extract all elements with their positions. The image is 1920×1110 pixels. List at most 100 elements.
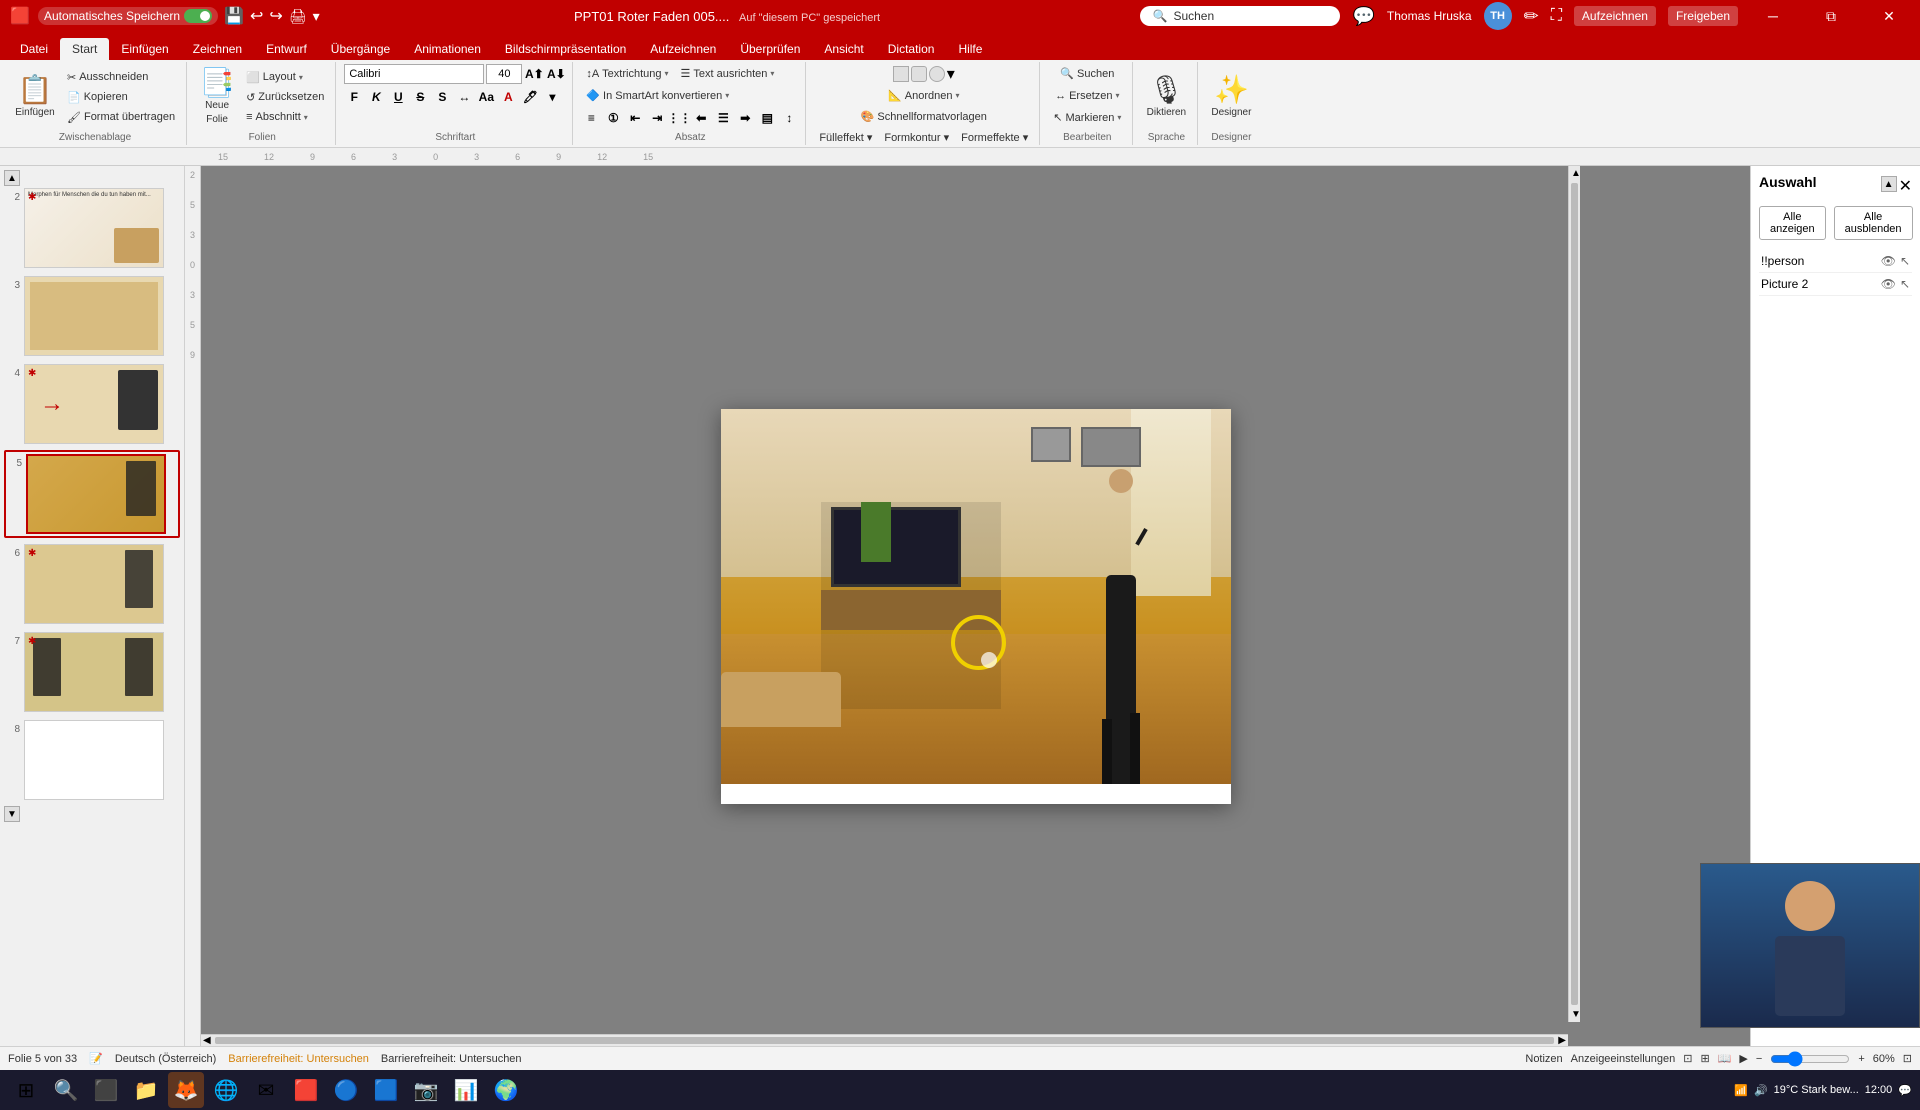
reading-view-icon[interactable]: 📖	[1718, 1052, 1732, 1065]
comments-icon[interactable]: 💬	[1352, 6, 1374, 27]
numbering-button[interactable]: ①	[603, 108, 623, 128]
align-justify[interactable]: ▤	[757, 108, 777, 128]
new-slide-button[interactable]: 📑 Neue Folie	[195, 65, 239, 129]
search-button[interactable]: 🔍 Suchen	[1055, 64, 1119, 83]
chrome-icon[interactable]: 🌐	[208, 1072, 244, 1108]
diktieren-button[interactable]: 🎙 Diktieren	[1141, 65, 1191, 129]
tab-zeichnen[interactable]: Zeichnen	[181, 38, 254, 60]
section-button[interactable]: ≡ Abschnitt ▾	[241, 108, 329, 127]
tab-bildschirm[interactable]: Bildschirmpräsentation	[493, 38, 638, 60]
show-all-button[interactable]: Alle anzeigen	[1759, 206, 1826, 240]
textrichtung-button[interactable]: ↕A Textrichtung ▾	[581, 64, 673, 83]
spellcheck-icon[interactable]: 📝	[89, 1052, 103, 1065]
designer-button[interactable]: ✨ Designer	[1206, 65, 1256, 129]
task-view-button[interactable]: ⬛	[88, 1072, 124, 1108]
shape-rounded-rect[interactable]	[911, 66, 927, 82]
linespace-button[interactable]: ↕	[779, 108, 799, 128]
autosave-switch[interactable]	[184, 9, 212, 23]
col-button[interactable]: ⋮⋮	[669, 108, 689, 128]
hide-all-button[interactable]: Alle ausblenden	[1834, 206, 1913, 240]
shapes-dropdown[interactable]: ▾	[947, 64, 955, 84]
more-icon[interactable]: ▾	[313, 8, 320, 25]
indent-more-button[interactable]: ⇥	[647, 108, 667, 128]
tab-animationen[interactable]: Animationen	[402, 38, 493, 60]
tab-einfuegen[interactable]: Einfügen	[109, 38, 180, 60]
shape-circle[interactable]	[929, 66, 945, 82]
align-center[interactable]: ☰	[713, 108, 733, 128]
undo-icon[interactable]: ↩	[250, 6, 263, 26]
case-button[interactable]: Aa	[476, 87, 496, 107]
shape-rect[interactable]	[893, 66, 909, 82]
slide-item-6[interactable]: 6 ✱	[4, 542, 180, 626]
visibility-icon-picture2[interactable]: 👁	[1881, 277, 1896, 291]
font-color-dropdown[interactable]: ▾	[542, 87, 562, 107]
ink-icon[interactable]: ✏	[1524, 6, 1539, 27]
fullscreen-icon[interactable]: ⛶	[1551, 7, 1562, 25]
vscroll-up[interactable]: ▲	[1569, 166, 1580, 181]
redo-icon[interactable]: ↪	[269, 6, 282, 26]
camera-icon[interactable]: 📷	[408, 1072, 444, 1108]
shadow-button[interactable]: S	[432, 87, 452, 107]
tab-hilfe[interactable]: Hilfe	[946, 38, 994, 60]
record-button[interactable]: Aufzeichnen	[1574, 6, 1656, 26]
replace-button[interactable]: ↔ Ersetzen ▾	[1050, 86, 1124, 105]
save-icon[interactable]: 💾	[224, 6, 244, 26]
tab-uebergaenge[interactable]: Übergänge	[319, 38, 402, 60]
font-size-selector[interactable]: 40	[486, 64, 522, 84]
slide-canvas[interactable]	[721, 409, 1231, 804]
slide-item-7[interactable]: 7 ✱	[4, 630, 180, 714]
canvas-vscroll[interactable]: ▲ ▼	[1568, 166, 1580, 1022]
tab-dictation[interactable]: Dictation	[876, 38, 947, 60]
indent-less-button[interactable]: ⇤	[625, 108, 645, 128]
onenote-icon[interactable]: 🔵	[328, 1072, 364, 1108]
select-button[interactable]: ↖ Markieren ▾	[1048, 108, 1126, 127]
bold-button[interactable]: F	[344, 87, 364, 107]
canvas-area[interactable]: ▲ ▼ ◀ ▶	[201, 166, 1750, 1046]
browser2-icon[interactable]: 🌍	[488, 1072, 524, 1108]
canvas-hscroll[interactable]: ◀ ▶	[201, 1034, 1568, 1046]
smartart-button[interactable]: 🔷 In SmartArt konvertieren ▾	[581, 86, 734, 105]
accessibility-text[interactable]: Barrierefreiheit: Untersuchen	[381, 1053, 522, 1065]
slide-item-4[interactable]: 4 → ✱	[4, 362, 180, 446]
search-bar[interactable]: 🔍 Suchen	[1140, 6, 1340, 26]
tab-entwurf[interactable]: Entwurf	[254, 38, 319, 60]
slide-item-5[interactable]: 5	[4, 450, 180, 538]
tab-start[interactable]: Start	[60, 38, 109, 60]
align-right[interactable]: ➡	[735, 108, 755, 128]
notification-icon[interactable]: 💬	[1898, 1084, 1912, 1097]
visibility-icon-person[interactable]: 👁	[1881, 254, 1896, 268]
border-button[interactable]: Formkontur ▾	[879, 128, 954, 147]
zoom-slider[interactable]	[1770, 1051, 1850, 1067]
arrange-button[interactable]: 📐 Anordnen ▾	[883, 86, 964, 105]
tab-datei[interactable]: Datei	[8, 38, 60, 60]
hscroll-left[interactable]: ◀	[201, 1035, 213, 1046]
zoom-in-icon[interactable]: +	[1858, 1053, 1864, 1065]
zoom-out-icon[interactable]: −	[1756, 1053, 1762, 1065]
copy-button[interactable]: 📄 Kopieren	[62, 88, 180, 107]
tab-aufzeichnen[interactable]: Aufzeichnen	[638, 38, 728, 60]
view-settings-button[interactable]: Anzeigeeinstellungen	[1571, 1053, 1676, 1065]
format-copy-button[interactable]: 🖌 Format übertragen	[62, 108, 180, 127]
tab-ueberpruefen[interactable]: Überprüfen	[728, 38, 812, 60]
charspace-button[interactable]: ↔	[454, 87, 474, 107]
mail-icon[interactable]: ✉	[248, 1072, 284, 1108]
slide-scroll-down[interactable]: ▼	[4, 806, 20, 822]
layout-button[interactable]: ⬜ Layout ▾	[241, 68, 329, 87]
highlight-button[interactable]: 🖊	[520, 87, 540, 107]
slidesorter-icon[interactable]: ⊞	[1700, 1052, 1709, 1065]
search-taskbar-button[interactable]: 🔍	[48, 1072, 84, 1108]
teams-icon[interactable]: 🟦	[368, 1072, 404, 1108]
italic-button[interactable]: K	[366, 87, 386, 107]
share-button[interactable]: Freigeben	[1668, 6, 1738, 26]
font-selector[interactable]: Calibri	[344, 64, 484, 84]
fit-slide-icon[interactable]: ⊡	[1903, 1052, 1912, 1065]
accessibility-label[interactable]: Barrierefreiheit: Untersuchen	[228, 1053, 369, 1065]
minimize-button[interactable]: ─	[1750, 0, 1796, 32]
close-button[interactable]: ✕	[1866, 0, 1912, 32]
underline-button[interactable]: U	[388, 87, 408, 107]
vscroll-thumb[interactable]	[1571, 183, 1578, 1005]
cursor-icon-picture2[interactable]: ↖	[1900, 277, 1910, 291]
print-icon[interactable]: 🖨	[289, 8, 307, 25]
hscroll-right[interactable]: ▶	[1556, 1035, 1568, 1046]
slide-item-8[interactable]: 8	[4, 718, 180, 802]
